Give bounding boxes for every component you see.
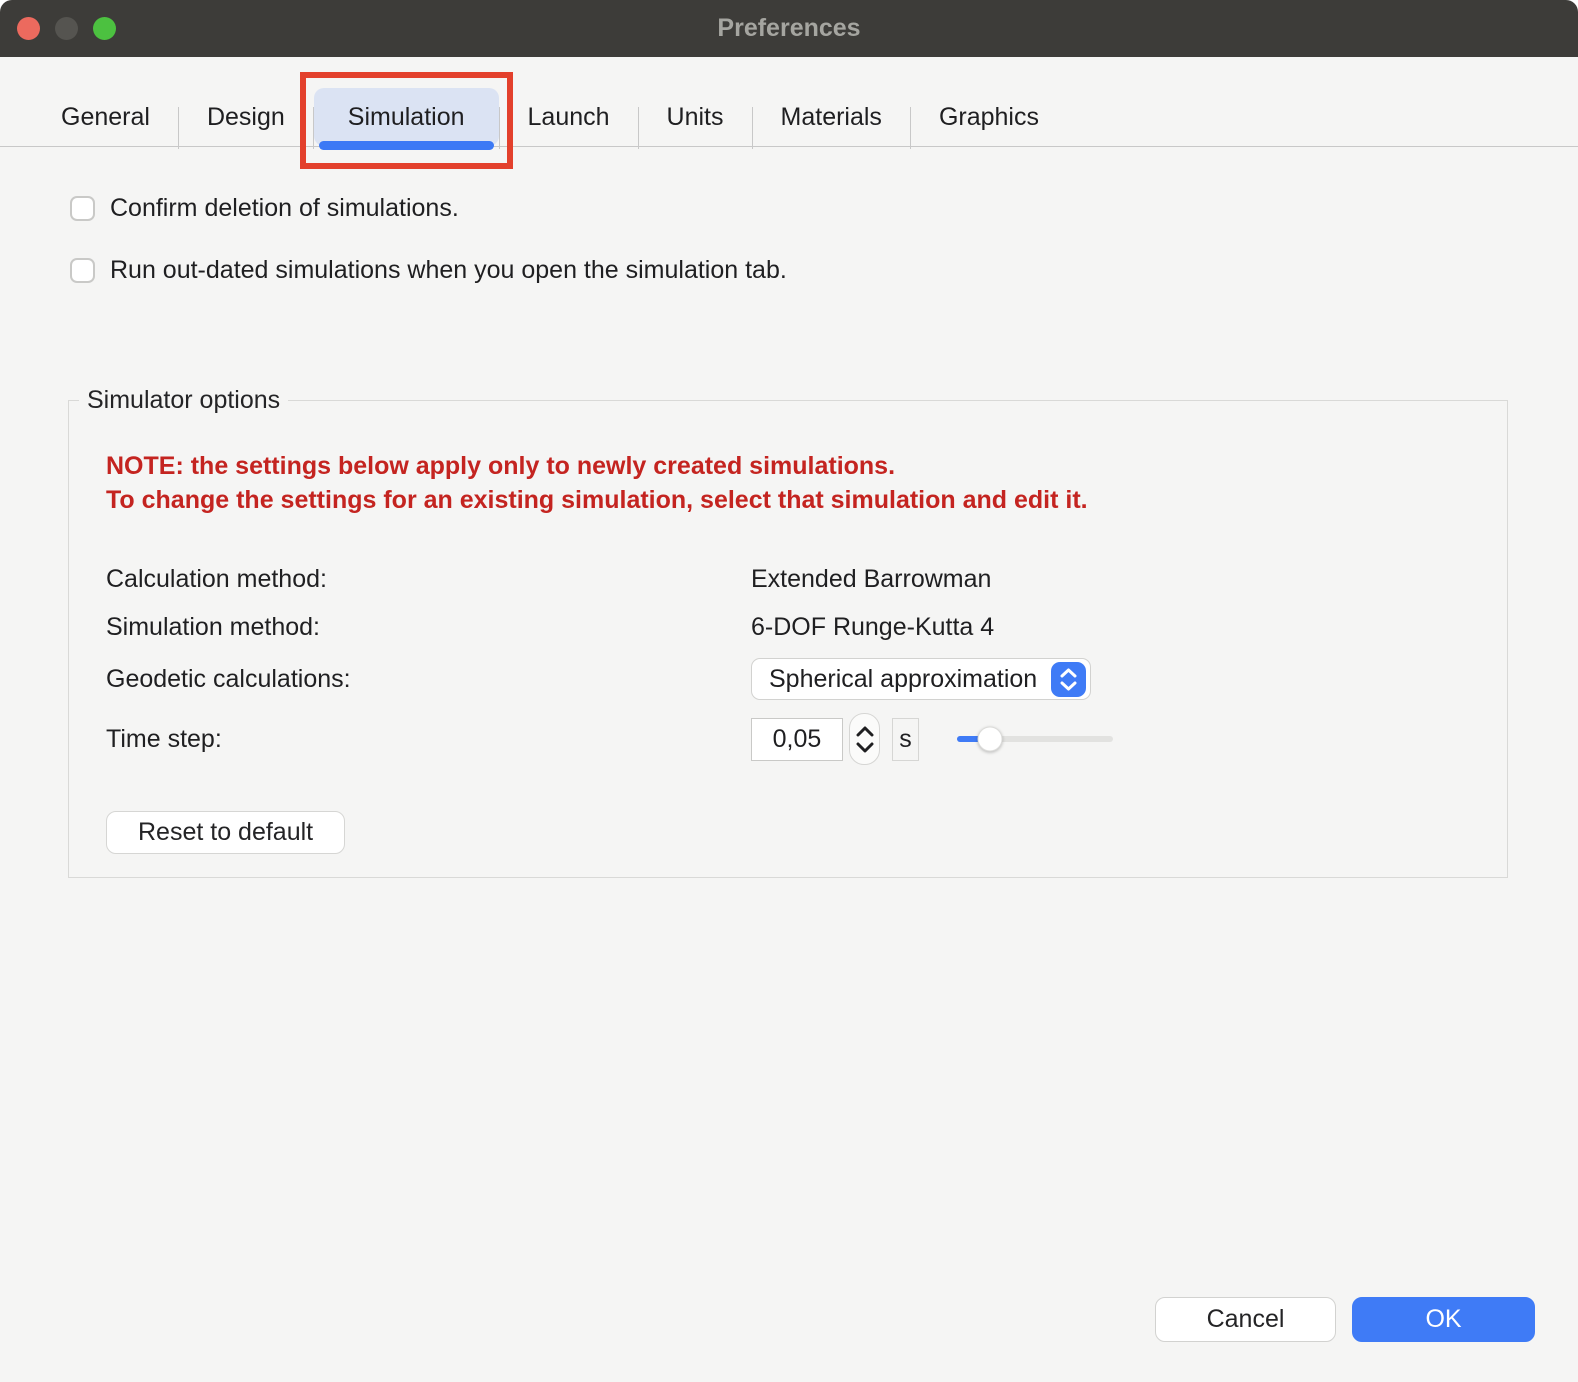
active-tab-underline bbox=[319, 141, 494, 150]
ok-button[interactable]: OK bbox=[1352, 1297, 1535, 1342]
note-text: NOTE: the settings below apply only to n… bbox=[106, 449, 1507, 517]
tab-materials[interactable]: Materials bbox=[753, 88, 910, 146]
tab-bar: General Design Simulation Launch Units M… bbox=[0, 57, 1578, 147]
time-step-slider[interactable] bbox=[957, 736, 1113, 742]
dialog-footer: Cancel OK bbox=[1155, 1297, 1535, 1342]
geodetic-calculations-row: Geodetic calculations: Spherical approxi… bbox=[106, 651, 1507, 707]
note-line-2: To change the settings for an existing s… bbox=[106, 483, 1507, 517]
tab-launch[interactable]: Launch bbox=[500, 88, 638, 146]
group-title: Simulator options bbox=[79, 386, 288, 415]
geodetic-calculations-label: Geodetic calculations: bbox=[106, 665, 751, 694]
confirm-deletion-label: Confirm deletion of simulations. bbox=[110, 194, 459, 223]
geodetic-calculations-dropdown[interactable]: Spherical approximation bbox=[751, 658, 1091, 700]
note-line-1: NOTE: the settings below apply only to n… bbox=[106, 449, 1507, 483]
run-outdated-checkbox[interactable] bbox=[70, 258, 95, 283]
tab-design[interactable]: Design bbox=[179, 88, 313, 146]
cancel-button[interactable]: Cancel bbox=[1155, 1297, 1336, 1342]
tab-graphics[interactable]: Graphics bbox=[911, 88, 1067, 146]
time-step-input[interactable] bbox=[751, 718, 843, 761]
geodetic-selected-value: Spherical approximation bbox=[769, 665, 1037, 694]
time-step-slider-thumb[interactable] bbox=[977, 727, 1002, 752]
calculation-method-row: Calculation method: Extended Barrowman bbox=[106, 555, 1507, 603]
window-title: Preferences bbox=[0, 14, 1578, 43]
checkbox-row-run-outdated: Run out-dated simulations when you open … bbox=[70, 256, 1578, 285]
confirm-deletion-checkbox[interactable] bbox=[70, 196, 95, 221]
simulator-options-group: Simulator options NOTE: the settings bel… bbox=[68, 400, 1508, 878]
run-outdated-label: Run out-dated simulations when you open … bbox=[110, 256, 787, 285]
titlebar: Preferences bbox=[0, 0, 1578, 57]
tab-simulation-label: Simulation bbox=[348, 103, 465, 132]
time-step-unit: s bbox=[892, 718, 919, 761]
simulation-method-value: 6-DOF Runge-Kutta 4 bbox=[751, 613, 994, 642]
preferences-window: Preferences General Design Simulation La… bbox=[0, 0, 1578, 1382]
time-step-label: Time step: bbox=[106, 725, 751, 754]
calculation-method-label: Calculation method: bbox=[106, 565, 751, 594]
time-step-row: Time step: s bbox=[106, 707, 1507, 771]
simulation-method-row: Simulation method: 6-DOF Runge-Kutta 4 bbox=[106, 603, 1507, 651]
calculation-method-value: Extended Barrowman bbox=[751, 565, 991, 594]
stepper-down-icon[interactable] bbox=[856, 742, 874, 753]
stepper-up-icon[interactable] bbox=[856, 726, 874, 737]
reset-to-default-button[interactable]: Reset to default bbox=[106, 811, 345, 854]
general-simulation-settings: Confirm deletion of simulations. Run out… bbox=[0, 147, 1578, 285]
time-step-stepper[interactable] bbox=[849, 713, 880, 765]
tab-simulation[interactable]: Simulation bbox=[314, 88, 499, 146]
checkbox-row-confirm-deletion: Confirm deletion of simulations. bbox=[70, 194, 1578, 223]
simulation-method-label: Simulation method: bbox=[106, 613, 751, 642]
tab-general[interactable]: General bbox=[33, 88, 178, 146]
chevron-up-down-icon bbox=[1051, 662, 1086, 697]
tab-units[interactable]: Units bbox=[639, 88, 752, 146]
